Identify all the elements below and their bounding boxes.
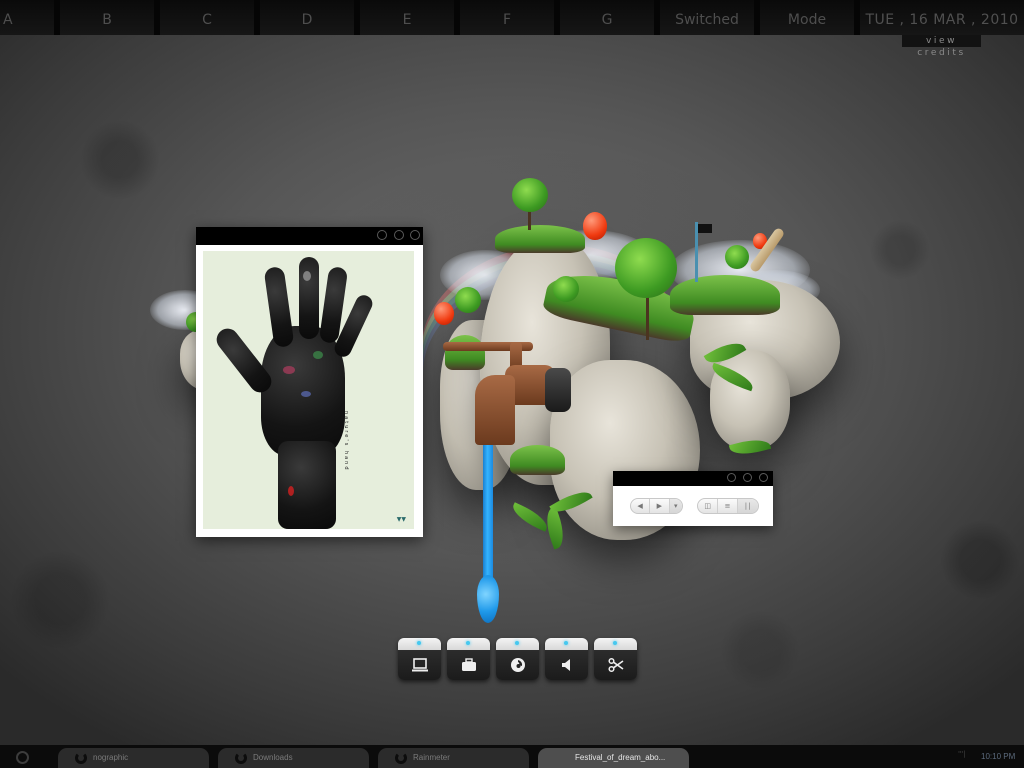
forward-button[interactable]: ▶ — [650, 499, 670, 513]
task-nographic[interactable]: nographic — [58, 748, 209, 768]
top-cell-mode[interactable]: Mode — [760, 0, 854, 35]
view-coverflow-button[interactable]: | | — [737, 499, 758, 513]
task-label: Festival_of_dream_abo... — [575, 753, 666, 762]
view-list-button[interactable]: ≡ — [718, 499, 738, 513]
paint-spot — [313, 351, 323, 359]
taskbar: nographic Downloads Rainmeter Festival_o… — [0, 745, 1024, 768]
leaf — [508, 502, 552, 532]
firefox-icon — [510, 658, 525, 672]
dock — [398, 638, 637, 680]
running-indicator — [417, 641, 421, 645]
tree — [725, 245, 749, 269]
date-display: TUE , 16 MAR , 2010 — [860, 0, 1024, 35]
water-stream — [483, 445, 493, 585]
grass-patch — [510, 445, 565, 475]
hand-wrist — [278, 441, 336, 529]
view-mode-segment: ◫ ≡ | | — [697, 498, 759, 514]
close-button[interactable] — [410, 230, 420, 240]
minimize-button[interactable] — [377, 230, 387, 240]
task-downloads[interactable]: Downloads — [218, 748, 369, 768]
running-indicator — [564, 641, 568, 645]
hand-finger — [263, 265, 295, 349]
dock-item-volume[interactable] — [545, 638, 588, 680]
grass-patch — [670, 275, 780, 315]
top-launcher-bar: A B C D E F G Switched Mode TUE , 16 MAR… — [0, 0, 1024, 35]
briefcase-icon — [461, 658, 476, 671]
top-cell-e[interactable]: E — [360, 0, 454, 35]
speaker-icon — [561, 659, 570, 671]
tree — [615, 238, 677, 298]
paint-spot — [288, 486, 294, 496]
app-icon — [75, 752, 87, 764]
tree — [553, 276, 579, 302]
start-button[interactable] — [16, 751, 29, 764]
top-cell-g[interactable]: G — [560, 0, 654, 35]
scissors-icon — [607, 657, 623, 673]
top-cell-b[interactable]: B — [60, 0, 154, 35]
artwork-caption: nature's hand — [343, 411, 349, 472]
top-cell-c[interactable]: C — [160, 0, 254, 35]
task-label: nographic — [93, 753, 129, 762]
grass-patch — [445, 335, 485, 370]
close-button[interactable] — [759, 473, 768, 482]
tree — [455, 287, 481, 313]
clock[interactable]: 10:10 PM — [981, 745, 1015, 768]
media-player-window[interactable]: ◀ ▶ ▾ ◫ ≡ | | — [613, 471, 773, 526]
top-cell-a[interactable]: A — [0, 0, 54, 35]
tree — [512, 178, 548, 212]
minimize-button[interactable] — [727, 473, 736, 482]
maximize-button[interactable] — [394, 230, 404, 240]
artist-signature: ▼▼ — [396, 516, 406, 523]
task-rainmeter[interactable]: Rainmeter — [378, 748, 529, 768]
running-indicator — [613, 641, 617, 645]
back-button[interactable]: ◀ — [631, 499, 651, 513]
top-cell-d[interactable]: D — [260, 0, 354, 35]
paint-spot — [283, 366, 295, 374]
paint-spot — [301, 391, 311, 397]
hand-artwork-image: nature's hand ▼▼ — [203, 251, 414, 529]
dock-item-work[interactable] — [447, 638, 490, 680]
red-balloon — [583, 212, 607, 240]
top-cell-f[interactable]: F — [460, 0, 554, 35]
running-indicator — [466, 641, 470, 645]
grass-patch — [495, 225, 585, 253]
view-credits-link[interactable]: view credits — [902, 35, 981, 58]
dock-item-tools[interactable] — [594, 638, 637, 680]
pirate-flag — [698, 224, 712, 233]
network-icon[interactable]: "'| — [958, 750, 966, 758]
laptop-icon — [411, 658, 428, 672]
dock-item-firefox[interactable] — [496, 638, 539, 680]
folder-icon — [235, 752, 247, 764]
image-viewer-window[interactable]: nature's hand ▼▼ — [196, 227, 423, 537]
folder-icon — [395, 752, 407, 764]
task-label: Rainmeter — [413, 753, 450, 762]
view-columns-button[interactable]: ◫ — [698, 499, 719, 513]
task-festival-of-dream[interactable]: Festival_of_dream_abo... — [538, 748, 689, 768]
red-balloon — [434, 302, 454, 325]
maximize-button[interactable] — [743, 473, 752, 482]
paint-spot — [303, 271, 311, 281]
hand-finger — [299, 257, 319, 339]
navigation-segment: ◀ ▶ ▾ — [630, 498, 683, 514]
faucet-mount — [545, 368, 571, 412]
player-titlebar[interactable] — [613, 471, 773, 486]
faucet-spout — [475, 375, 515, 445]
dock-item-computer[interactable] — [398, 638, 441, 680]
top-cell-switched[interactable]: Switched — [660, 0, 754, 35]
history-dropdown[interactable]: ▾ — [669, 499, 682, 513]
viewer-titlebar[interactable] — [196, 227, 423, 245]
task-label: Downloads — [253, 753, 293, 762]
running-indicator — [515, 641, 519, 645]
